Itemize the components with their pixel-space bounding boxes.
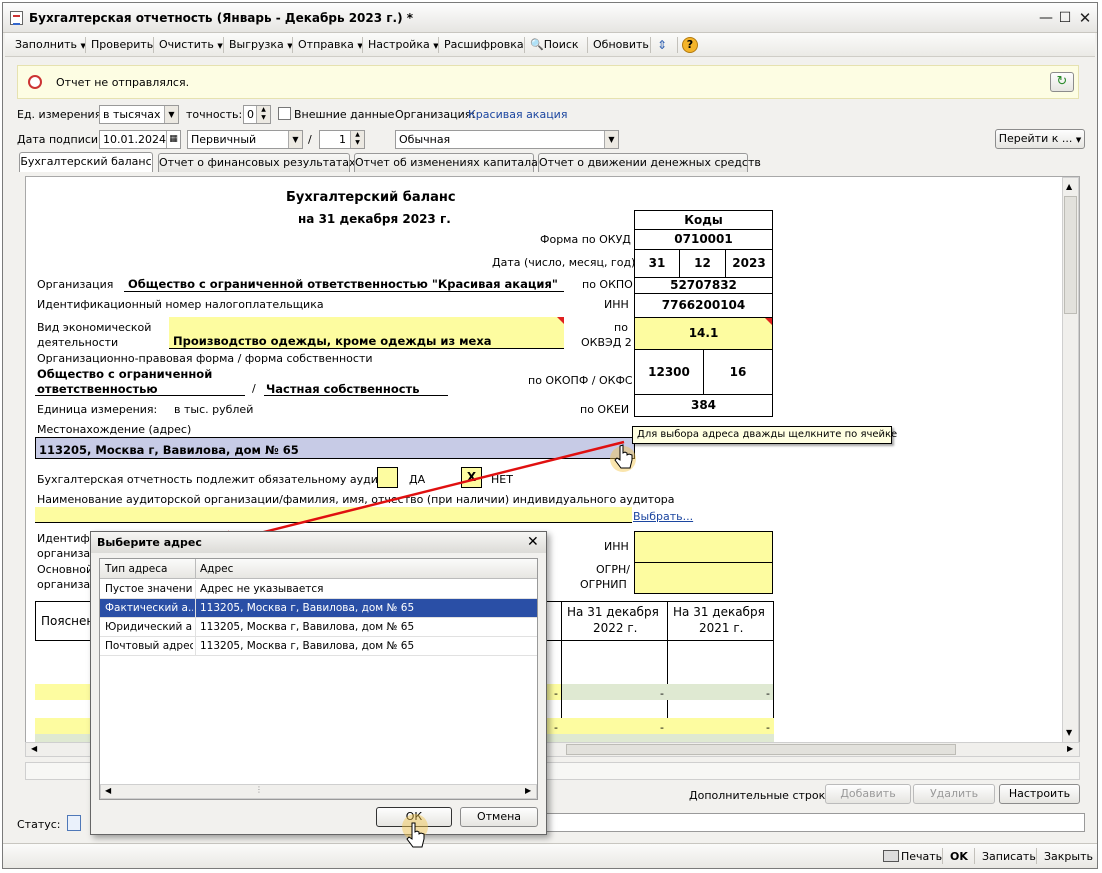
list-item-selected[interactable]: Фактический а... 113205, Москва г, Вавило… <box>100 599 537 618</box>
dialog-cancel-button[interactable]: Отмена <box>460 807 538 827</box>
dialog-close-icon[interactable]: ✕ <box>527 532 539 553</box>
choose-address-dialog: Выберите адрес ✕ Тип адреса Адрес Пустое… <box>90 531 547 835</box>
list-item[interactable]: Почтовый адрес 113205, Москва г, Вавилова… <box>100 637 537 656</box>
list-item[interactable]: Пустое значение Адрес не указывается <box>100 580 537 599</box>
col-type-header[interactable]: Тип адреса <box>105 563 167 575</box>
list-item[interactable]: Юридический а... 113205, Москва г, Вавило… <box>100 618 537 637</box>
row-type: Юридический а... <box>105 621 193 633</box>
dialog-title: Выберите адрес ✕ <box>91 532 546 553</box>
row-type: Почтовый адрес <box>105 640 193 652</box>
row-address: 113205, Москва г, Вавилова, дом № 65 <box>200 640 415 652</box>
scroll-right-icon[interactable]: ▶ <box>525 786 531 795</box>
address-grid: Тип адреса Адрес Пустое значение Адрес не… <box>99 558 538 800</box>
scroll-grip-icon: ⋮ <box>255 785 263 794</box>
row-address: 113205, Москва г, Вавилова, дом № 65 <box>200 621 415 633</box>
row-type: Фактический а... <box>105 602 193 614</box>
row-type: Пустое значение <box>105 583 193 595</box>
grid-header: Тип адреса Адрес <box>100 559 537 579</box>
scroll-left-icon[interactable]: ◀ <box>105 786 111 795</box>
dialog-title-text: Выберите адрес <box>97 536 202 549</box>
grid-hscrollbar[interactable]: ◀ ⋮ ▶ <box>100 784 537 799</box>
col-address-header[interactable]: Адрес <box>200 563 233 575</box>
row-address: Адрес не указывается <box>200 583 324 595</box>
hand-cursor-icon <box>398 813 432 859</box>
row-address: 113205, Москва г, Вавилова, дом № 65 <box>200 602 415 614</box>
hand-cursor-icon <box>606 442 640 476</box>
